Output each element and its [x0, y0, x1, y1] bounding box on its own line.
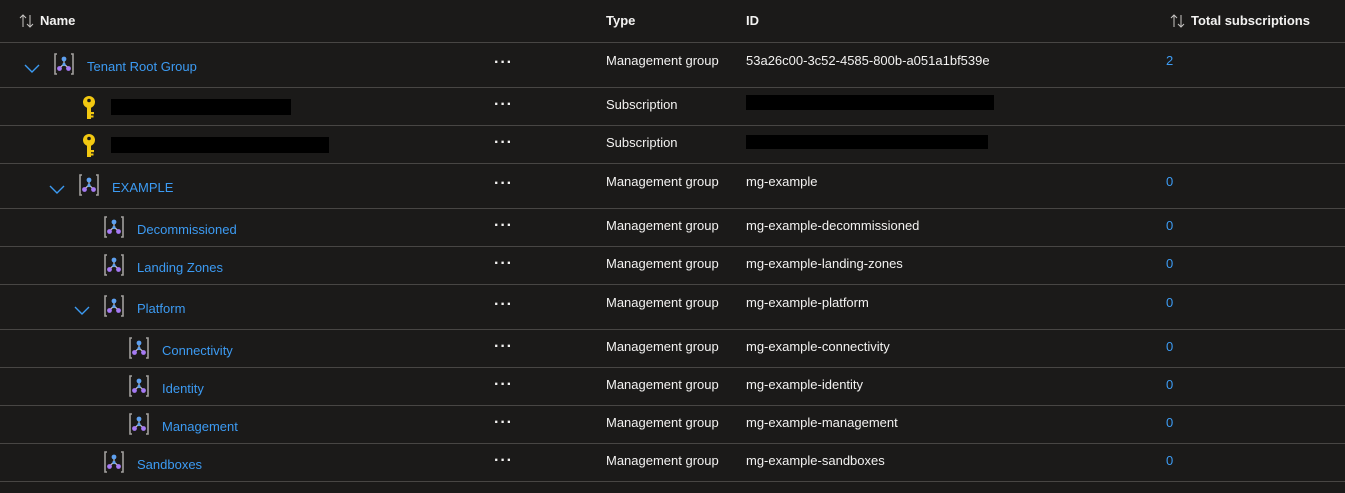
management-group-icon [52, 52, 76, 76]
management-group-row[interactable]: Tenant Root Group ··· Management group 53a2… [0, 43, 1345, 88]
more-icon[interactable]: ··· [494, 55, 514, 74]
row-id: mg-example-management [746, 415, 898, 430]
row-type: Management group [606, 174, 719, 189]
id-column-header[interactable]: ID [746, 13, 759, 29]
row-name-link[interactable]: Sandboxes [137, 457, 202, 473]
row-name-link[interactable]: Identity [162, 381, 204, 397]
total-subscriptions-column-header[interactable]: Total subscriptions [1169, 13, 1310, 29]
key-icon [80, 95, 98, 121]
more-icon[interactable]: ··· [494, 256, 514, 275]
total-subscriptions-link[interactable]: 2 [1166, 53, 1173, 69]
row-type: Management group [606, 415, 719, 430]
redacted-subscription-name [111, 99, 291, 115]
management-group-icon [127, 412, 151, 436]
row-id: mg-example-platform [746, 295, 869, 310]
chevron-down-icon[interactable] [23, 59, 41, 77]
row-id: mg-example-decommissioned [746, 218, 920, 233]
row-name-link[interactable]: Platform [137, 301, 185, 317]
more-icon[interactable]: ··· [494, 176, 514, 195]
management-group-row[interactable]: Sandboxes ··· Management group mg-example-s… [0, 444, 1345, 482]
key-icon [80, 133, 98, 159]
more-icon[interactable]: ··· [494, 97, 514, 116]
redacted-subscription-name [111, 137, 329, 153]
total-subscriptions-link[interactable]: 0 [1166, 377, 1173, 393]
row-type: Subscription [606, 97, 678, 112]
management-group-icon [102, 450, 126, 474]
type-column-label: Type [606, 13, 636, 28]
more-icon[interactable]: ··· [494, 297, 514, 316]
row-name-link[interactable]: Management [162, 419, 238, 435]
more-icon[interactable]: ··· [494, 218, 514, 237]
total-subscriptions-link[interactable]: 0 [1166, 218, 1173, 234]
subscription-row[interactable]: ··· Subscription [0, 126, 1345, 164]
total-subscriptions-link[interactable]: 0 [1166, 415, 1173, 431]
management-group-row[interactable]: Platform ··· Management group mg-example-pl… [0, 285, 1345, 330]
row-id: mg-example-sandboxes [746, 453, 885, 468]
management-group-icon [102, 215, 126, 239]
row-type: Management group [606, 377, 719, 392]
row-type: Subscription [606, 135, 678, 150]
row-id: mg-example-landing-zones [746, 256, 903, 271]
row-name-link[interactable]: Decommissioned [137, 222, 237, 238]
more-icon[interactable]: ··· [494, 415, 514, 434]
subscription-row[interactable]: ··· Subscription [0, 88, 1345, 126]
sort-icon[interactable] [1169, 13, 1187, 29]
management-group-row[interactable]: Management ··· Management group mg-example-… [0, 406, 1345, 444]
grid-header: Name Type ID Total subscriptions [0, 0, 1345, 43]
management-group-icon [127, 374, 151, 398]
row-name-link[interactable]: Landing Zones [137, 260, 223, 276]
type-column-header[interactable]: Type [606, 13, 635, 29]
total-subscriptions-link[interactable]: 0 [1166, 339, 1173, 355]
row-id: mg-example-identity [746, 377, 864, 392]
row-type: Management group [606, 339, 719, 354]
name-column-label: Name [40, 13, 76, 28]
chevron-down-icon[interactable] [73, 301, 91, 319]
sort-icon[interactable] [18, 13, 36, 29]
row-id: mg-example-connectivity [746, 339, 890, 354]
row-name-link[interactable]: EXAMPLE [112, 180, 173, 196]
chevron-down-icon[interactable] [48, 180, 66, 198]
row-type: Management group [606, 256, 719, 271]
total-subscriptions-link[interactable]: 0 [1166, 453, 1173, 469]
management-group-icon [102, 253, 126, 277]
total-subscriptions-link[interactable]: 0 [1166, 256, 1173, 272]
total-subscriptions-column-label: Total subscriptions [1191, 13, 1310, 28]
more-icon[interactable]: ··· [494, 339, 514, 358]
management-group-row[interactable]: Decommissioned ··· Management group mg-exam… [0, 209, 1345, 247]
row-name-link[interactable]: Connectivity [162, 343, 233, 359]
row-type: Management group [606, 453, 719, 468]
more-icon[interactable]: ··· [494, 377, 514, 396]
more-icon[interactable]: ··· [494, 453, 514, 472]
more-icon[interactable]: ··· [494, 135, 514, 154]
id-column-label: ID [746, 13, 759, 28]
total-subscriptions-link[interactable]: 0 [1166, 295, 1173, 311]
redacted-subscription-id [746, 135, 988, 149]
row-type: Management group [606, 218, 719, 233]
management-group-icon [127, 336, 151, 360]
total-subscriptions-link[interactable]: 0 [1166, 174, 1173, 190]
row-name-link[interactable]: Tenant Root Group [87, 59, 197, 75]
row-type: Management group [606, 53, 719, 68]
management-group-icon [77, 173, 101, 197]
management-groups-grid: Name Type ID Total subscriptions Tenant … [0, 0, 1345, 493]
row-id: mg-example [746, 174, 818, 189]
row-type: Management group [606, 295, 719, 310]
name-column-header[interactable]: Name [18, 13, 75, 29]
management-group-row[interactable]: Connectivity ··· Management group mg-exampl… [0, 330, 1345, 368]
management-group-icon [102, 294, 126, 318]
management-group-row[interactable]: Landing Zones ··· Management group mg-examp… [0, 247, 1345, 285]
row-id: 53a26c00-3c52-4585-800b-a051a1bf539e [746, 53, 990, 68]
management-group-row[interactable]: EXAMPLE ··· Management group mg-example 0 [0, 164, 1345, 209]
management-group-row[interactable]: Identity ··· Management group mg-example-id… [0, 368, 1345, 406]
redacted-subscription-id [746, 95, 994, 110]
